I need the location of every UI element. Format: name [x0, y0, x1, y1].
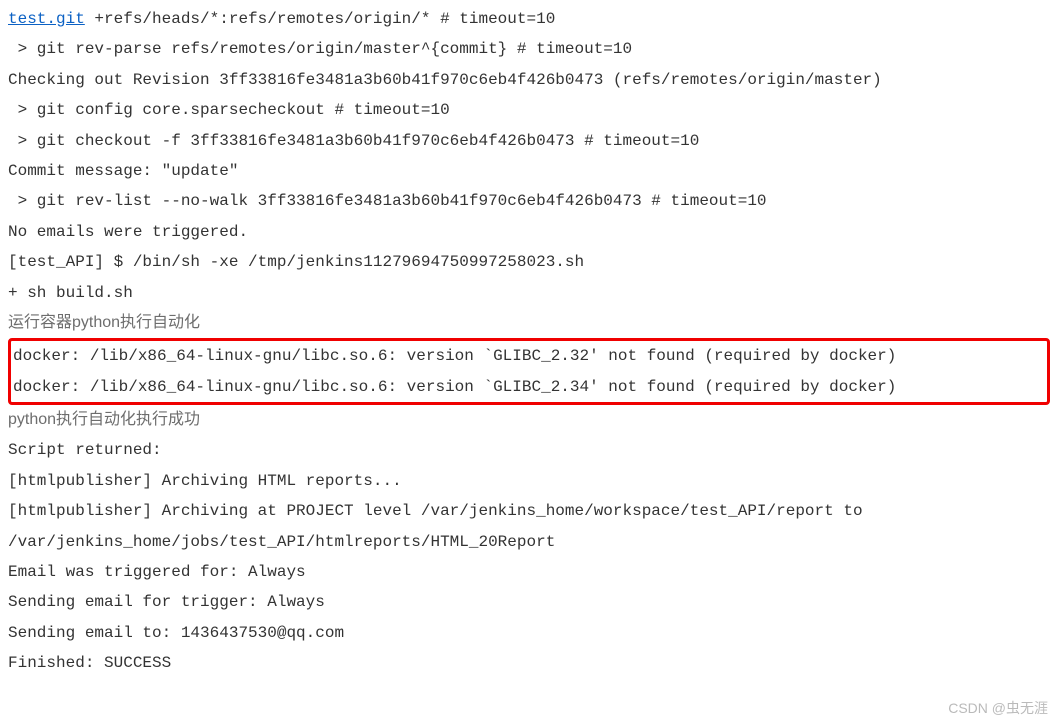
- watermark: CSDN @虫无涯: [948, 695, 1048, 722]
- log-line: > git rev-parse refs/remotes/origin/mast…: [8, 34, 1050, 64]
- log-line: Script returned:: [8, 435, 1050, 465]
- log-line: [htmlpublisher] Archiving HTML reports..…: [8, 466, 1050, 496]
- highlighted-error-block: docker: /lib/x86_64-linux-gnu/libc.so.6:…: [8, 338, 1050, 405]
- log-line: > git rev-list --no-walk 3ff33816fe3481a…: [8, 186, 1050, 216]
- log-line: Checking out Revision 3ff33816fe3481a3b6…: [8, 65, 1050, 95]
- log-text: +refs/heads/*:refs/remotes/origin/* # ti…: [85, 10, 555, 28]
- console-output: test.git +refs/heads/*:refs/remotes/orig…: [8, 4, 1050, 679]
- log-line: Sending email to: 1436437530@qq.com: [8, 618, 1050, 648]
- git-repo-link[interactable]: test.git: [8, 10, 85, 28]
- log-line: [htmlpublisher] Archiving at PROJECT lev…: [8, 496, 1050, 526]
- log-line: > git checkout -f 3ff33816fe3481a3b60b41…: [8, 126, 1050, 156]
- log-line: + sh build.sh: [8, 278, 1050, 308]
- log-line: Finished: SUCCESS: [8, 648, 1050, 678]
- log-line: > git config core.sparsecheckout # timeo…: [8, 95, 1050, 125]
- log-line: Sending email for trigger: Always: [8, 587, 1050, 617]
- log-line: Commit message: "update": [8, 156, 1050, 186]
- log-line-chinese: python执行自动化执行成功: [8, 405, 1050, 435]
- log-line-chinese: 运行容器python执行自动化: [8, 308, 1050, 338]
- error-line: docker: /lib/x86_64-linux-gnu/libc.so.6:…: [11, 341, 1047, 371]
- log-line: Email was triggered for: Always: [8, 557, 1050, 587]
- error-line: docker: /lib/x86_64-linux-gnu/libc.so.6:…: [11, 372, 1047, 402]
- log-line: /var/jenkins_home/jobs/test_API/htmlrepo…: [8, 527, 1050, 557]
- log-line: [test_API] $ /bin/sh -xe /tmp/jenkins112…: [8, 247, 1050, 277]
- log-line: No emails were triggered.: [8, 217, 1050, 247]
- log-line: test.git +refs/heads/*:refs/remotes/orig…: [8, 4, 1050, 34]
